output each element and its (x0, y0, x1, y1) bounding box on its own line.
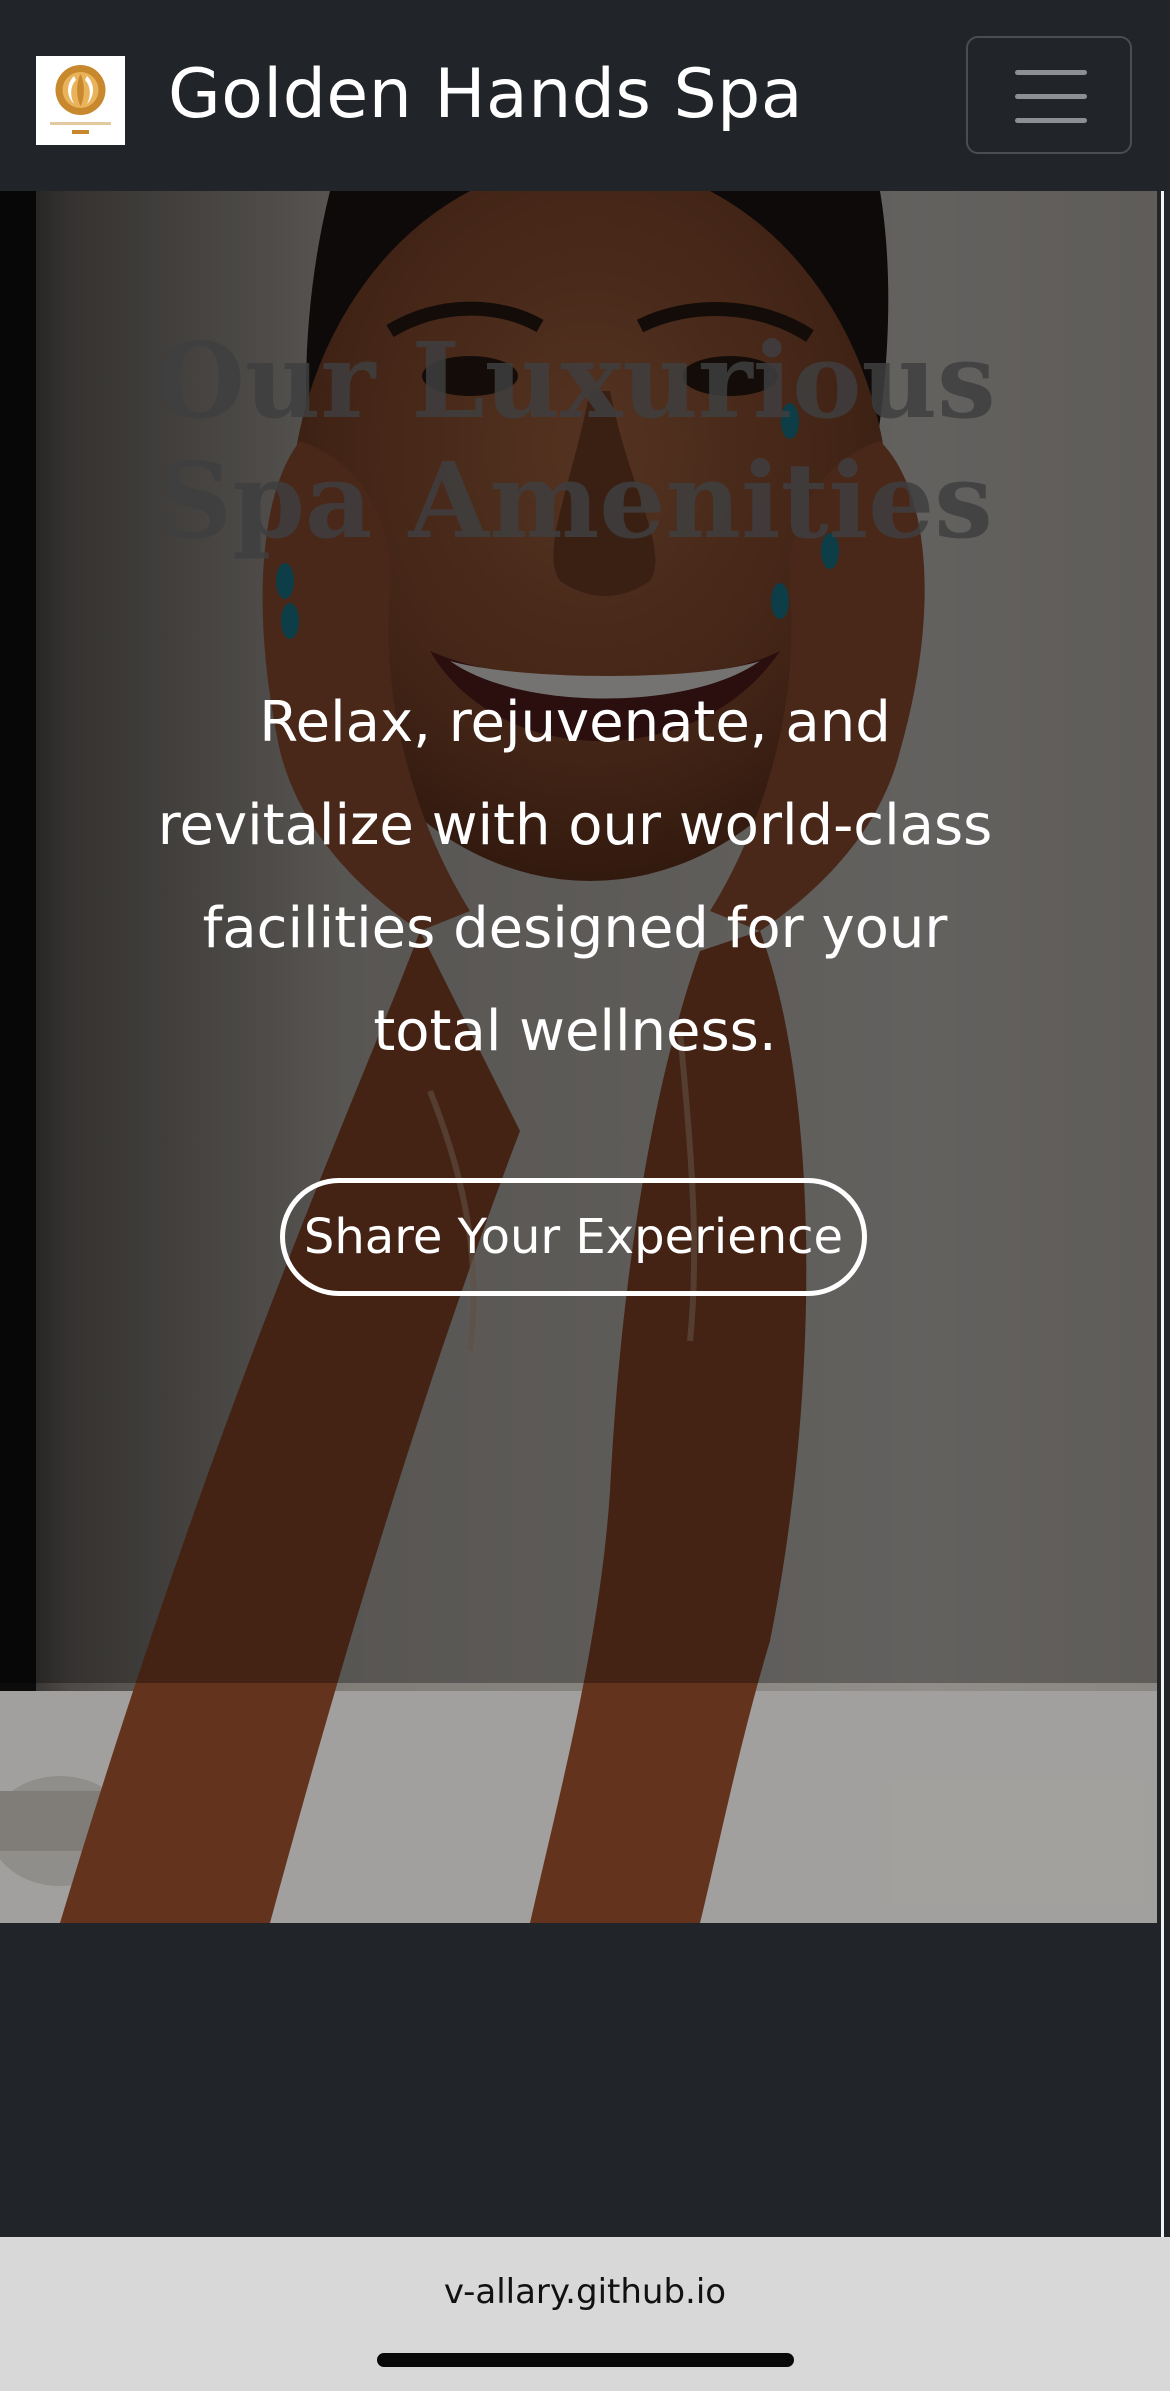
brand-logo[interactable] (36, 56, 125, 145)
golden-hands-logo-icon (36, 56, 125, 145)
page-scrollbar[interactable] (1157, 191, 1170, 2237)
hero-title: Our Luxurious Spa Amenities (154, 319, 996, 562)
hero-section: Our Luxurious Spa Amenities Relax, rejuv… (0, 191, 1157, 1923)
share-experience-button[interactable]: Share Your Experience (280, 1178, 867, 1296)
hero-lower-overlay (0, 1683, 1157, 1923)
browser-address-bar: v-allary.github.io (0, 2237, 1170, 2391)
home-indicator[interactable] (377, 2353, 794, 2367)
browser-url[interactable]: v-allary.github.io (0, 2267, 1170, 2317)
hero-description: Relax, rejuvenate, and revitalize with o… (157, 690, 993, 1064)
navbar-toggle-button[interactable] (966, 36, 1132, 154)
brand-name[interactable]: Golden Hands Spa (168, 52, 803, 138)
navbar: Golden Hands Spa (0, 0, 1170, 191)
